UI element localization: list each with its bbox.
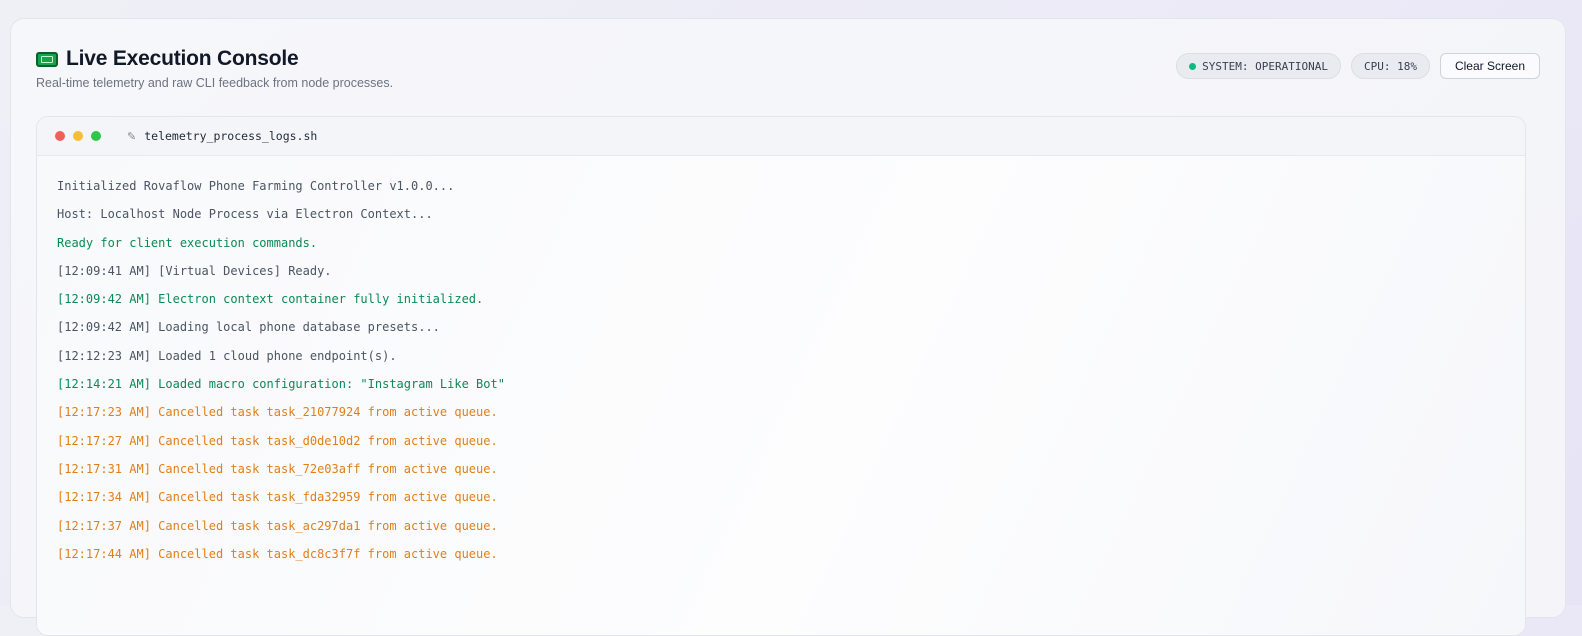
terminal-titlebar: ✎ telemetry_process_logs.sh [37, 117, 1525, 156]
header-controls: SYSTEM: OPERATIONAL CPU: 18% Clear Scree… [1176, 53, 1540, 79]
console-header: Live Execution Console Real-time telemet… [36, 47, 393, 90]
terminal-filename: telemetry_process_logs.sh [144, 129, 318, 143]
console-card: Live Execution Console Real-time telemet… [10, 18, 1566, 636]
log-line: [12:17:27 AM] Cancelled task task_d0de10… [57, 433, 498, 448]
log-line: [12:09:41 AM] [Virtual Devices] Ready. [57, 263, 332, 278]
close-window-icon[interactable] [55, 131, 65, 141]
log-line: [12:12:23 AM] Loaded 1 cloud phone endpo… [57, 348, 397, 363]
page-subtitle: Real-time telemetry and raw CLI feedback… [36, 76, 394, 90]
log-line: [12:17:37 AM] Cancelled task task_ac297d… [57, 518, 498, 533]
log-line: [12:17:44 AM] Cancelled task task_dc8c3f… [57, 546, 498, 561]
cpu-badge: CPU: 18% [1350, 53, 1430, 79]
log-line: [12:09:42 AM] Loading local phone databa… [57, 320, 440, 335]
log-line: Host: Localhost Node Process via Electro… [57, 207, 433, 222]
title-row: Live Execution Console [36, 47, 393, 71]
cpu-text: CPU: 18% [1363, 59, 1417, 73]
terminal-icon [36, 51, 58, 67]
status-dot-icon [1189, 62, 1197, 70]
system-status-text: SYSTEM: OPERATIONAL [1202, 59, 1328, 73]
system-status-badge: SYSTEM: OPERATIONAL [1176, 53, 1341, 79]
clear-screen-button[interactable]: Clear Screen [1439, 53, 1540, 79]
log-line: [12:17:31 AM] Cancelled task task_72e03a… [57, 461, 498, 476]
minimize-window-icon[interactable] [73, 131, 83, 141]
log-line: [12:17:34 AM] Cancelled task task_fda329… [57, 490, 498, 505]
log-line: [12:14:21 AM] Loaded macro configuration… [57, 377, 505, 392]
maximize-window-icon[interactable] [91, 131, 101, 141]
log-line: Initialized Rovaflow Phone Farming Contr… [57, 179, 455, 193]
file-icon: ✎ [127, 130, 137, 143]
log-line: Ready for client execution commands. [57, 235, 318, 250]
terminal-window: ✎ telemetry_process_logs.sh Initialized … [36, 116, 1526, 636]
page-title: Live Execution Console [66, 47, 299, 70]
log-line: [12:09:42 AM] Electron context container… [57, 292, 484, 307]
log-output[interactable]: Initialized Rovaflow Phone Farming Contr… [37, 156, 1525, 635]
log-line: [12:17:23 AM] Cancelled task task_210779… [57, 405, 498, 420]
